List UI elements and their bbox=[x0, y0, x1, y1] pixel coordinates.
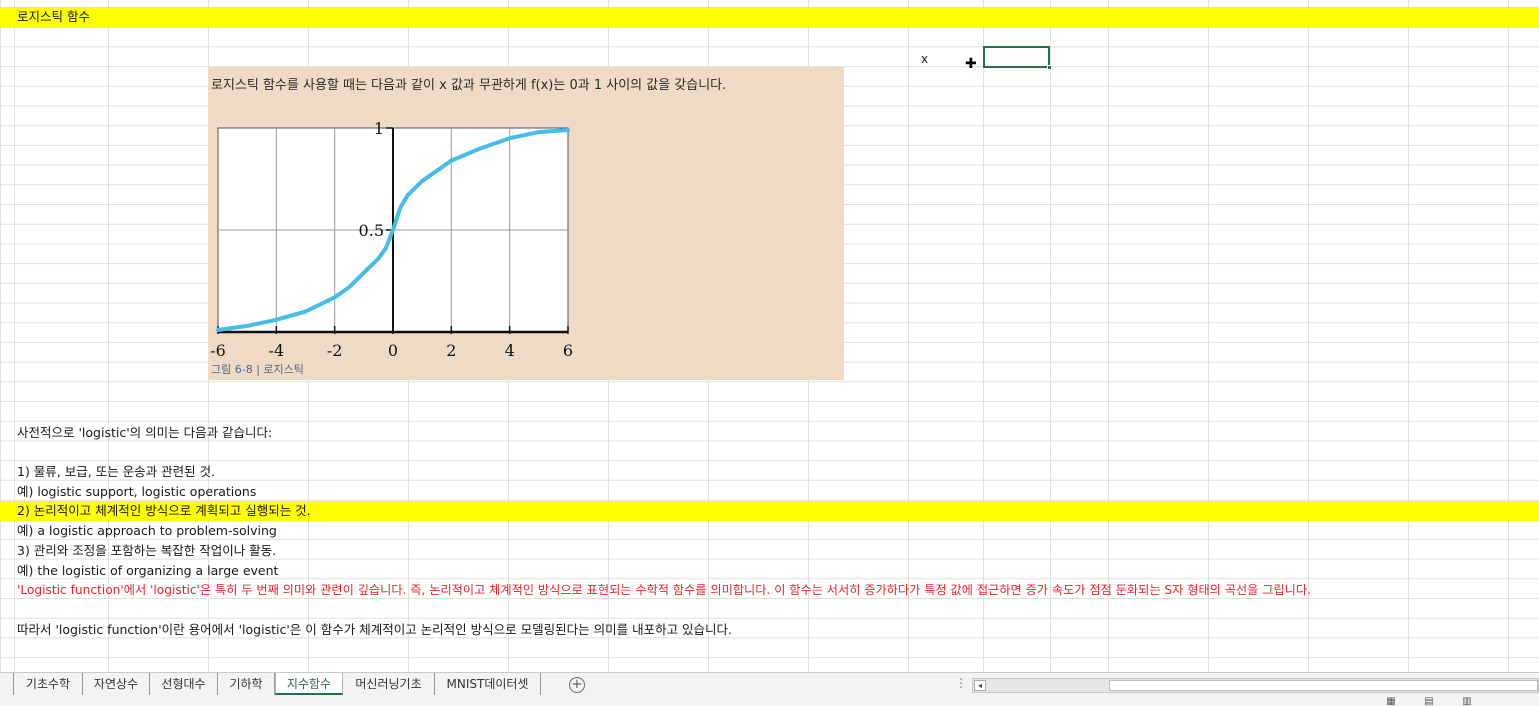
tab-ml-basics[interactable]: 머신러닝기초 bbox=[343, 673, 435, 695]
figure-label: 그림 6-8 | 로지스틱 bbox=[211, 363, 304, 376]
page-layout-view-icon[interactable]: ▤ bbox=[1418, 697, 1440, 706]
horizontal-scrollbar[interactable]: ◂ bbox=[972, 678, 1539, 693]
chart-x-tick-label-0: -6 bbox=[210, 341, 226, 360]
sheet-title: 로지스틱 함수 bbox=[17, 9, 90, 24]
definition-item-1[interactable]: 1) 물류, 보급, 또는 운송과 관련된 것. bbox=[17, 464, 215, 480]
definition-example-1[interactable]: 예) logistic support, logistic operations bbox=[17, 484, 256, 500]
tab-geometry[interactable]: 기하학 bbox=[218, 673, 275, 695]
page-break-view-icon[interactable]: ▥ bbox=[1456, 697, 1478, 706]
chart-x-tick-label-3: 0 bbox=[388, 341, 398, 360]
image-caption: 로지스틱 함수를 사용할 때는 다음과 같이 x 값과 무관하게 f(x)는 0… bbox=[211, 78, 727, 93]
splitter-handle-icon[interactable]: ⋮ bbox=[955, 676, 967, 690]
tab-exponential-function[interactable]: 지수함수 bbox=[275, 673, 343, 695]
tab-linear-algebra[interactable]: 선형대수 bbox=[150, 673, 218, 695]
add-sheet-icon[interactable]: + bbox=[569, 677, 585, 693]
chart-x-tick-label-5: 4 bbox=[505, 341, 515, 360]
tab-basic-math[interactable]: 기초수학 bbox=[13, 673, 83, 695]
definition-example-3[interactable]: 예) the logistic of organizing a large ev… bbox=[17, 563, 278, 579]
logistic-chart: -6 -4 -2 0 2 4 6 0.5 1 bbox=[210, 119, 573, 360]
definition-item-3[interactable]: 3) 관리와 조정을 포함하는 복잡한 작업이나 활동. bbox=[17, 543, 276, 559]
chart-x-tick-label-1: -4 bbox=[269, 341, 285, 360]
definition-intro[interactable]: 사전적으로 'logistic'의 의미는 다음과 같습니다: bbox=[17, 425, 272, 441]
chart-x-tick-label-6: 6 bbox=[563, 341, 573, 360]
chart-y-tick-label-0: 0.5 bbox=[359, 221, 384, 240]
chart-x-tick-label-2: -2 bbox=[327, 341, 343, 360]
cell-cursor-icon: ✚ bbox=[965, 56, 977, 72]
highlighted-row-title bbox=[0, 7, 1539, 27]
chart-y-tick-label-1: 1 bbox=[374, 119, 384, 138]
tab-mnist-dataset[interactable]: MNIST데이터셋 bbox=[435, 673, 541, 695]
tab-natural-constant[interactable]: 자연상수 bbox=[83, 673, 150, 695]
embedded-image[interactable]: 로지스틱 함수를 사용할 때는 다음과 같이 x 값과 무관하게 f(x)는 0… bbox=[208, 67, 844, 380]
scroll-left-icon[interactable]: ◂ bbox=[974, 680, 986, 691]
chart-x-tick-label-4: 2 bbox=[446, 341, 456, 360]
definition-example-2[interactable]: 예) a logistic approach to problem-solvin… bbox=[17, 523, 277, 539]
normal-view-icon[interactable]: ▦ bbox=[1380, 697, 1402, 706]
conclusion-text[interactable]: 따라서 'logistic function'이란 용어에서 'logistic… bbox=[17, 622, 732, 638]
scroll-thumb[interactable] bbox=[1109, 680, 1538, 691]
definition-item-2[interactable]: 2) 논리적이고 체계적인 방식으로 계획되고 실행되는 것. bbox=[17, 503, 311, 519]
explanation-text[interactable]: 'Logistic function'에서 'logistic'은 특히 두 번… bbox=[17, 582, 1311, 598]
fill-handle[interactable] bbox=[1047, 65, 1052, 70]
selected-cell[interactable] bbox=[983, 46, 1052, 70]
sheet-tab-bar: 기초수학 자연상수 선형대수 기하학 지수함수 머신러닝기초 MNIST데이터셋… bbox=[0, 672, 1539, 706]
x-label-cell[interactable]: x bbox=[921, 51, 928, 67]
